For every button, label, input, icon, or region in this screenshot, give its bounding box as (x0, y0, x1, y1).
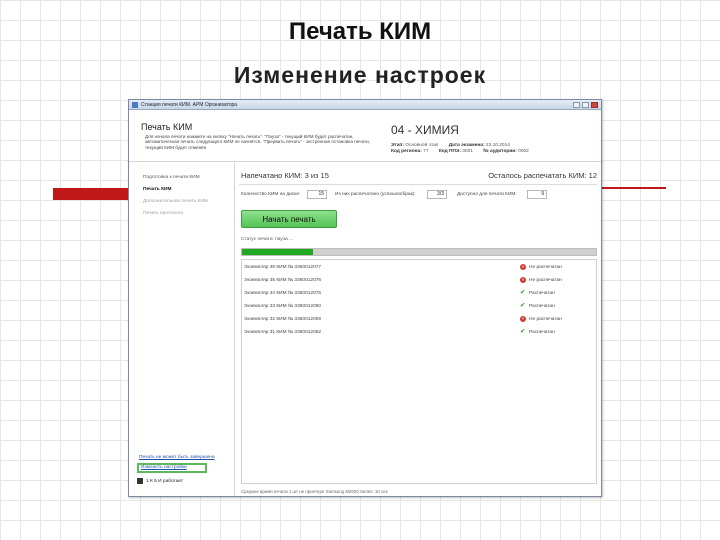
printed-count-label: Из них распечатано (успешно/брак): (335, 192, 416, 197)
document-list: Экземпляр 36 КИМ № 3360012077 × Не распеча… (241, 259, 597, 484)
progress-fill (242, 249, 313, 255)
main-panel: Напечатано КИМ: 3 из 15 Осталось распеча… (239, 163, 597, 496)
document-status: × Не распечатан (520, 264, 562, 270)
document-name: Экземпляр 35 КИМ № 3360012076 (244, 278, 322, 283)
minimize-icon[interactable] (573, 101, 580, 108)
document-name: Экземпляр 32 КИМ № 3360012059 (244, 317, 322, 322)
meta-auditorium: № аудитории: 0002 (483, 149, 529, 154)
document-row[interactable]: Экземпляр 33 КИМ № 3360012060 ✔ Распечатан (242, 302, 596, 311)
header: Печать КИМ Для начала печати нажмите на … (129, 110, 601, 162)
disk-count-field: 15 (307, 190, 327, 199)
instructions-text: Для начала печати нажмите на кнопку "Нач… (145, 134, 370, 150)
sidebar-item-protocol: Печать протокола (143, 211, 183, 216)
decorative-red-bar (53, 188, 129, 200)
print-status: Статус печати: пауза ... (241, 237, 294, 242)
check-icon: ✔ (520, 302, 526, 309)
document-status: ✔ Распечатан (520, 328, 555, 335)
sidebar-item-additional-print: Дополнительная печать КИМ (143, 199, 208, 204)
divider (239, 184, 597, 185)
close-icon[interactable] (591, 101, 598, 108)
user-icon (137, 478, 143, 484)
window-titlebar: Станция печати КИМ. АРМ Организатора (129, 100, 601, 110)
error-icon: × (520, 277, 526, 283)
check-icon: ✔ (520, 328, 526, 335)
check-icon: ✔ (520, 289, 526, 296)
user-status-text: 1 К 5 И работает (146, 478, 184, 484)
start-print-button[interactable]: Начать печать (241, 210, 337, 228)
window-title: Станция печати КИМ. АРМ Организатора (141, 101, 238, 108)
document-status-text: Не распечатан (529, 316, 562, 322)
document-name: Экземпляр 34 КИМ № 3360012075 (244, 291, 322, 296)
user-status: 1 К 5 И работает (137, 476, 203, 486)
stats-row: Напечатано КИМ: 3 из 15 Осталось распеча… (239, 170, 597, 182)
app-icon (132, 101, 138, 108)
document-row[interactable]: Экземпляр 36 КИМ № 3360012077 × Не распеча… (242, 264, 596, 272)
document-row[interactable]: Экземпляр 31 КИМ № 3360012062 ✔ Распечатан (242, 328, 596, 337)
footer-note: Среднее время печати 1 шт не принтере Sa… (241, 489, 388, 494)
document-status: × Не распечатан (520, 316, 562, 322)
meta-region: Код региона: 77 (391, 149, 429, 154)
document-status: × Не распечатан (520, 277, 562, 283)
subject-title: 04 - ХИМИЯ (391, 123, 459, 137)
exam-meta: Этап: Основной этап Дата экзамена: 22.10… (391, 143, 538, 155)
sidebar: Подготовка к печати КИМ Печать КИМ Допол… (129, 163, 235, 496)
app-window: Станция печати КИМ. АРМ Организатора Печ… (128, 99, 602, 497)
slide-subtitle: Изменение настроек (233, 62, 487, 88)
document-status-text: Распечатан (529, 290, 555, 296)
document-status-text: Не распечатан (529, 277, 562, 283)
error-icon: × (520, 264, 526, 270)
available-count-field: 9 (527, 190, 547, 199)
fields-row: Количество КИМ на диске: 15 Из них распе… (239, 189, 597, 201)
decorative-red-line (600, 187, 666, 189)
change-settings-link[interactable]: Изменить настройки (137, 463, 207, 473)
sidebar-item-print[interactable]: Печать КИМ (143, 187, 171, 192)
disk-count-label: Количество КИМ на диске: (241, 192, 301, 197)
error-icon: × (520, 316, 526, 322)
printed-count-field: 3/3 (427, 190, 447, 199)
page-title: Печать КИМ (141, 122, 193, 132)
remaining-count: Осталось распечатать КИМ: 12 (488, 171, 597, 180)
document-row[interactable]: Экземпляр 35 КИМ № 3360012076 × Не распеча… (242, 277, 596, 285)
meta-ppe: Код ППЭ: 3001 (438, 149, 473, 154)
slide-title: Печать КИМ (288, 18, 432, 45)
sidebar-item-prepare[interactable]: Подготовка к печати КИМ (143, 175, 200, 180)
document-status-text: Не распечатан (529, 264, 562, 270)
document-name: Экземпляр 33 КИМ № 3360012060 (244, 304, 322, 309)
maximize-icon[interactable] (582, 101, 589, 108)
document-row[interactable]: Экземпляр 34 КИМ № 3360012075 ✔ Распечатан (242, 289, 596, 298)
document-status: ✔ Распечатан (520, 302, 555, 309)
document-name: Экземпляр 31 КИМ № 3360012062 (244, 330, 322, 335)
document-status: ✔ Распечатан (520, 289, 555, 296)
print-progress-bar (241, 248, 597, 256)
document-status-text: Распечатан (529, 329, 555, 335)
finish-warning-link[interactable]: Печать не может быть завершена (139, 455, 215, 460)
document-row[interactable]: Экземпляр 32 КИМ № 3360012059 × Не распеча… (242, 316, 596, 324)
printed-count: Напечатано КИМ: 3 из 15 (241, 171, 329, 180)
document-status-text: Распечатан (529, 303, 555, 309)
available-count-label: Доступно для печати КИМ: (457, 192, 517, 197)
document-name: Экземпляр 36 КИМ № 3360012077 (244, 265, 322, 270)
